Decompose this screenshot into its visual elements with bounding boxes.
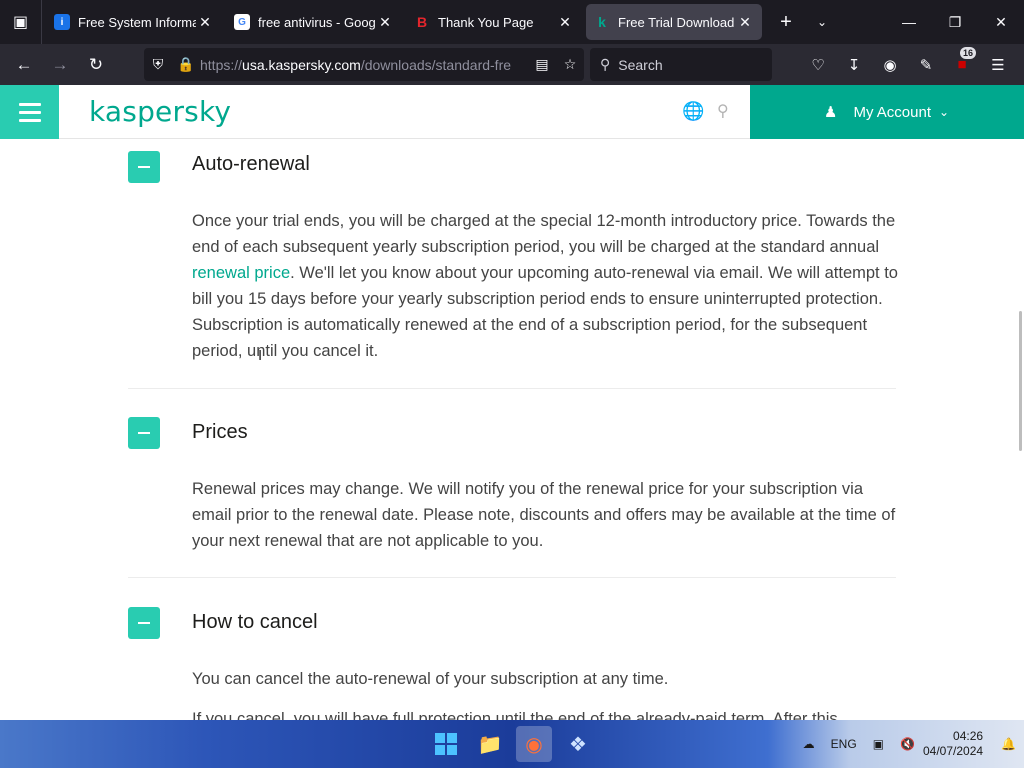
collapse-toggle-icon[interactable] — [128, 417, 160, 449]
window-controls: — ❐ ✕ — [886, 0, 1024, 44]
section-body: Once your trial ends, you will be charge… — [192, 208, 902, 364]
close-tab-icon[interactable]: ✕ — [556, 14, 574, 31]
menu-icon[interactable]: ☰ — [980, 49, 1016, 81]
toolbar-actions: ♡ ↧ ◉ ✎ ■ 16 ☰ — [800, 46, 1016, 81]
close-tab-icon[interactable]: ✕ — [196, 14, 214, 31]
restore-icon[interactable]: ❐ — [932, 0, 978, 44]
google-favicon-icon: G — [234, 14, 250, 30]
back-icon[interactable]: ← — [6, 49, 42, 81]
page-content: Auto-renewal Once your trial ends, you w… — [0, 139, 1024, 720]
reload-icon[interactable]: ↻ — [78, 49, 114, 81]
close-tab-icon[interactable]: ✕ — [736, 14, 754, 31]
tab-system-information[interactable]: i Free System Informatic ✕ — [46, 4, 222, 40]
tab-title: Free System Informatic — [78, 14, 196, 30]
tab-title: Free Trial Download - I — [618, 14, 736, 30]
address-bar[interactable]: ⛨ 🔒 https://usa.kaspersky.com/downloads/… — [144, 48, 584, 81]
tab-title: Thank You Page — [438, 14, 534, 30]
extensions-icon[interactable]: ✎ — [908, 49, 944, 81]
search-bar[interactable]: ⚲ Search — [590, 48, 772, 81]
tab-google-search[interactable]: G free antivirus - Google ✕ — [226, 4, 402, 40]
extension-badge: 16 — [959, 46, 976, 59]
body-text: Once your trial ends, you will be charge… — [192, 212, 896, 256]
hamburger-menu-icon[interactable] — [0, 85, 59, 139]
app-icon[interactable]: ❖ — [560, 726, 596, 762]
my-account-label: My Account — [853, 103, 931, 121]
clock-time: 04:26 — [953, 729, 984, 743]
section-body-continued: If you cancel, you will have full protec… — [192, 710, 838, 720]
language-indicator[interactable]: ENG — [831, 737, 857, 751]
clock-date: 04/07/2024 — [922, 744, 984, 758]
tab-list-icon[interactable]: ▣ — [0, 0, 42, 44]
start-windows-icon[interactable] — [428, 726, 464, 762]
tab-title: free antivirus - Google — [258, 14, 376, 30]
search-icon: ⚲ — [600, 56, 611, 72]
section-title[interactable]: How to cancel — [192, 611, 318, 634]
clock[interactable]: 04:26 04/07/2024 — [923, 729, 983, 759]
windows-taskbar: 📁 ◉ ❖ ☁ ENG ▣ 🔇 04:26 04/07/2024 🔔 — [0, 720, 1024, 768]
network-icon[interactable]: ▣ — [873, 737, 884, 751]
download-icon[interactable]: ↧ — [836, 49, 872, 81]
url-path: /downloads/standard-fre — [360, 56, 512, 73]
collapse-toggle-icon[interactable] — [128, 151, 160, 183]
my-account-button[interactable]: ♟ My Account ⌄ — [750, 85, 1024, 139]
new-tab-icon[interactable]: + — [768, 4, 804, 40]
scrollbar[interactable] — [1019, 311, 1022, 451]
section-body: You can cancel the auto-renewal of your … — [192, 670, 669, 688]
account-icon[interactable]: ◉ — [872, 49, 908, 81]
onedrive-icon[interactable]: ☁ — [803, 737, 815, 751]
site-header: kaspersky 🌐 ⚲ ♟ My Account ⌄ — [0, 85, 1024, 139]
section-title[interactable]: Auto-renewal — [192, 153, 310, 176]
lock-icon[interactable]: 🔒 — [172, 56, 200, 73]
close-window-icon[interactable]: ✕ — [978, 0, 1024, 44]
close-tab-icon[interactable]: ✕ — [376, 14, 394, 31]
bitdefender-favicon-icon: B — [416, 14, 428, 30]
search-icon[interactable]: ⚲ — [717, 101, 729, 121]
forward-icon[interactable]: → — [42, 49, 78, 81]
url-text[interactable]: https://usa.kaspersky.com/downloads/stan… — [200, 57, 528, 73]
url-host: usa.kaspersky.com — [242, 56, 361, 73]
browser-tab-bar: ▣ i Free System Informatic ✕ G free anti… — [0, 0, 1024, 44]
search-placeholder: Search — [618, 56, 663, 73]
collapse-toggle-icon[interactable] — [128, 607, 160, 639]
system-tray: ☁ ENG ▣ 🔇 04:26 04/07/2024 🔔 — [795, 720, 1024, 768]
pocket-icon[interactable]: ♡ — [800, 49, 836, 81]
chevron-down-icon: ⌄ — [939, 105, 950, 119]
kaspersky-favicon-icon: k — [598, 14, 606, 30]
bookmark-star-icon[interactable]: ☆ — [556, 56, 584, 73]
tab-thank-you[interactable]: B Thank You Page ✕ — [406, 4, 582, 40]
renewal-price-link[interactable]: renewal price — [192, 264, 290, 282]
globe-icon[interactable]: 🌐 — [682, 101, 704, 121]
section-body: Renewal prices may change. We will notif… — [192, 480, 896, 550]
body-text: . We'll let you know about your upcoming… — [192, 264, 898, 360]
chevron-down-icon[interactable]: ⌄ — [804, 4, 840, 40]
shield-icon[interactable]: ⛨ — [144, 56, 172, 73]
kaspersky-logo[interactable]: kaspersky — [89, 95, 231, 128]
notification-bell-icon[interactable]: 🔔 — [1001, 737, 1016, 751]
person-icon: ♟ — [824, 104, 838, 121]
tab-free-trial-download[interactable]: k Free Trial Download - I ✕ — [586, 4, 762, 40]
reader-view-icon[interactable]: ▤ — [528, 56, 556, 73]
section-title[interactable]: Prices — [192, 421, 248, 444]
firefox-icon[interactable]: ◉ — [516, 726, 552, 762]
favicon-icon: i — [54, 14, 70, 30]
browser-nav-bar: ← → ↻ ⛨ 🔒 https://usa.kaspersky.com/down… — [0, 44, 1024, 85]
ublock-extension-icon[interactable]: ■ 16 — [944, 46, 980, 81]
taskbar-apps: 📁 ◉ ❖ — [428, 726, 596, 762]
divider — [128, 388, 896, 389]
volume-muted-icon[interactable]: 🔇 — [900, 737, 915, 751]
divider — [128, 577, 896, 578]
minimize-icon[interactable]: — — [886, 0, 932, 44]
text-cursor-icon: I — [258, 347, 263, 364]
file-explorer-icon[interactable]: 📁 — [472, 726, 508, 762]
url-scheme: https:// — [200, 56, 243, 73]
